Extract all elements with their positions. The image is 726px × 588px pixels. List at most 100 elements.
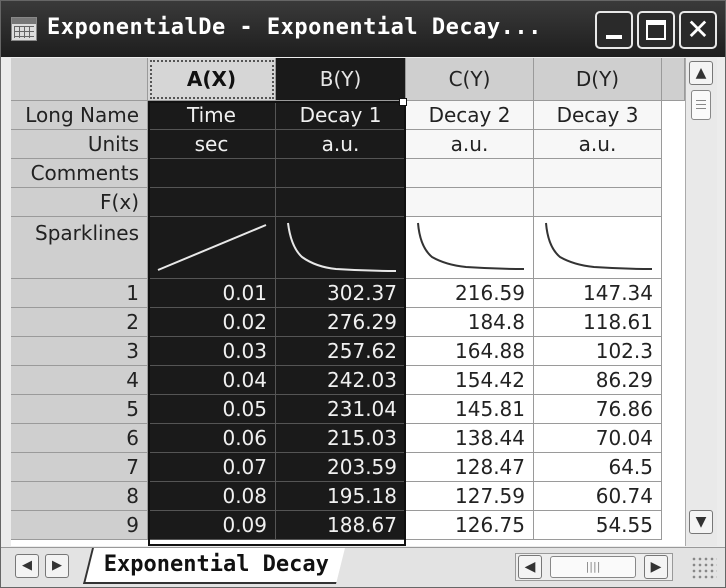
cell-a[interactable]: 0.03 [148,337,276,366]
row-number[interactable]: 7 [11,453,148,482]
sparkline-d [545,222,653,270]
horizontal-scrollbar[interactable]: ◀ |||| ▶ [515,553,673,581]
sheet-tab-label: Exponential Decay [103,552,329,577]
cell-b[interactable]: 242.03 [276,366,406,395]
maximize-icon [646,20,666,40]
cell-c[interactable]: 138.44 [406,424,534,453]
cell-d[interactable]: 60.74 [534,482,662,511]
close-button[interactable]: ✕ [679,11,717,49]
comments-cell-c[interactable] [406,159,534,188]
comments-cell-d[interactable] [534,159,662,188]
row-number[interactable]: 4 [11,366,148,395]
tab-nav-prev-button[interactable]: ◀ [15,554,39,578]
selection-resize-handle[interactable] [399,98,407,106]
vertical-scroll-thumb[interactable] [691,90,711,120]
cell-d[interactable]: 86.29 [534,366,662,395]
sheet-tab-exponential-decay[interactable]: Exponential Decay [83,548,346,584]
units-cell-d[interactable]: a.u. [534,130,662,159]
comments-cell-b[interactable] [276,159,406,188]
scroll-up-button[interactable]: ▲ [689,61,713,85]
units-cell-a[interactable]: sec [148,130,276,159]
long-name-cell-a[interactable]: Time [148,101,276,130]
worksheet-grid[interactable]: A(X) B(Y) C(Y) D(Y) Long Name Time Decay… [11,58,685,546]
cell-d[interactable]: 118.61 [534,308,662,337]
sparkline-cell-d[interactable] [534,217,662,279]
row-number[interactable]: 5 [11,395,148,424]
sparkline-cell-a[interactable] [148,217,276,279]
maximize-button[interactable] [637,11,675,49]
cell-b[interactable]: 257.62 [276,337,406,366]
sparkline-a [157,224,267,271]
cell-d[interactable]: 76.86 [534,395,662,424]
scroll-down-button[interactable]: ▼ [689,510,713,534]
vertical-scrollbar[interactable]: ▲ ▼ [685,58,717,546]
column-header-c[interactable]: C(Y) [406,58,534,101]
cell-b[interactable]: 215.03 [276,424,406,453]
cell-a[interactable]: 0.06 [148,424,276,453]
fx-cell-d[interactable] [534,188,662,217]
long-name-cell-b[interactable]: Decay 1 [276,101,406,130]
resize-grip-icon[interactable] [691,556,717,580]
tab-nav-next-button[interactable]: ▶ [45,554,69,578]
cell-a[interactable]: 0.01 [148,279,276,308]
cell-c[interactable]: 216.59 [406,279,534,308]
cell-c[interactable]: 154.42 [406,366,534,395]
cell-a[interactable]: 0.04 [148,366,276,395]
row-number[interactable]: 9 [11,511,148,540]
cell-d[interactable]: 102.3 [534,337,662,366]
cell-a[interactable]: 0.05 [148,395,276,424]
comments-cell-a[interactable] [148,159,276,188]
column-header-a[interactable]: A(X) [148,58,276,101]
cell-d[interactable]: 64.5 [534,453,662,482]
row-number[interactable]: 1 [11,279,148,308]
column-header-empty [662,58,685,101]
long-name-cell-c[interactable]: Decay 2 [406,101,534,130]
units-cell-c[interactable]: a.u. [406,130,534,159]
row-number[interactable]: 8 [11,482,148,511]
cell-c[interactable]: 128.47 [406,453,534,482]
row-label-fx[interactable]: F(x) [11,188,148,217]
fx-cell-c[interactable] [406,188,534,217]
sparkline-cell-c[interactable] [406,217,534,279]
column-header-b[interactable]: B(Y) [276,58,406,101]
minimize-button[interactable] [595,11,633,49]
sparkline-b [287,222,397,272]
scroll-right-button[interactable]: ▶ [644,555,668,579]
cell-d[interactable]: 147.34 [534,279,662,308]
row-number[interactable]: 6 [11,424,148,453]
column-header-d[interactable]: D(Y) [534,58,662,101]
cell-b[interactable]: 302.37 [276,279,406,308]
horizontal-scroll-thumb[interactable]: |||| [550,556,636,578]
corner-cell[interactable] [11,58,148,101]
cell-d[interactable]: 70.04 [534,424,662,453]
row-label-sparklines[interactable]: Sparklines [11,217,148,279]
cell-a[interactable]: 0.02 [148,308,276,337]
cell-c[interactable]: 145.81 [406,395,534,424]
worksheet-icon[interactable] [11,17,37,41]
cell-c[interactable]: 184.8 [406,308,534,337]
cell-c[interactable]: 126.75 [406,511,534,540]
units-cell-b[interactable]: a.u. [276,130,406,159]
title-bar[interactable]: ExponentialDe - Exponential Decay... ✕ [1,1,725,57]
sparkline-cell-b[interactable] [276,217,406,279]
fx-cell-b[interactable] [276,188,406,217]
cell-b[interactable]: 231.04 [276,395,406,424]
scroll-left-button[interactable]: ◀ [518,555,542,579]
cell-b[interactable]: 188.67 [276,511,406,540]
cell-d[interactable]: 54.55 [534,511,662,540]
cell-a[interactable]: 0.09 [148,511,276,540]
cell-b[interactable]: 203.59 [276,453,406,482]
cell-b[interactable]: 195.18 [276,482,406,511]
cell-c[interactable]: 164.88 [406,337,534,366]
row-number[interactable]: 2 [11,308,148,337]
row-label-long-name[interactable]: Long Name [11,101,148,130]
row-label-units[interactable]: Units [11,130,148,159]
cell-a[interactable]: 0.08 [148,482,276,511]
fx-cell-a[interactable] [148,188,276,217]
cell-c[interactable]: 127.59 [406,482,534,511]
cell-b[interactable]: 276.29 [276,308,406,337]
row-number[interactable]: 3 [11,337,148,366]
row-label-comments[interactable]: Comments [11,159,148,188]
long-name-cell-d[interactable]: Decay 3 [534,101,662,130]
cell-a[interactable]: 0.07 [148,453,276,482]
